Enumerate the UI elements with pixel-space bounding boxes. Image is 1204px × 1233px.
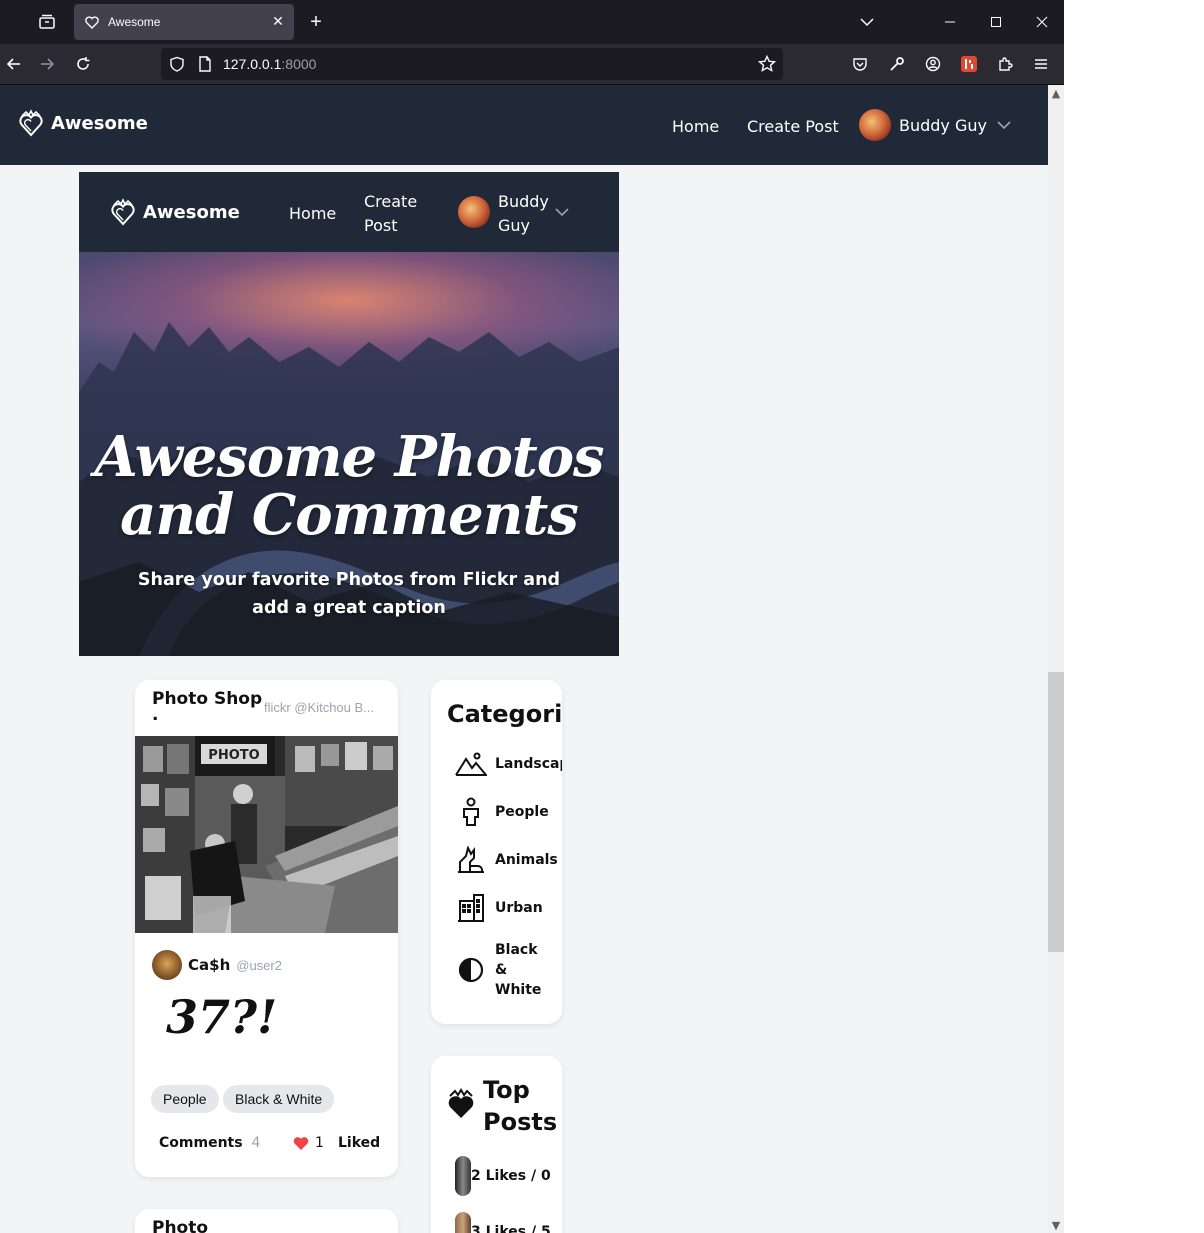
heart-logo-icon — [111, 198, 135, 226]
extension-red-icon[interactable] — [955, 50, 983, 78]
post-title[interactable]: Photo Shop . — [152, 688, 262, 724]
bookmark-star-icon[interactable] — [757, 54, 777, 74]
flickr-attribution[interactable]: flickr @Kitchou B... — [264, 700, 374, 715]
post-card[interactable]: Photo Shop . flickr @Kitchou B... PHOTO — [135, 680, 398, 1177]
site-header: Awesome Home Create Post Buddy Guy — [0, 85, 1048, 165]
categories-title: Categories — [447, 700, 562, 728]
scroll-up-icon[interactable]: ▲ — [1048, 86, 1064, 100]
page-info-icon[interactable] — [195, 54, 215, 74]
extensions-puzzle-icon[interactable] — [991, 50, 1019, 78]
like-button[interactable]: 1 — [293, 1135, 324, 1151]
desktop-background — [1064, 0, 1204, 1233]
preview-user-line2: Guy — [498, 216, 531, 235]
category-people[interactable]: People — [455, 796, 549, 828]
category-black-white[interactable]: Black & White — [455, 940, 541, 1000]
post-author[interactable]: Ca$h @user2 — [152, 950, 282, 980]
wrench-icon[interactable] — [883, 50, 911, 78]
avatar — [458, 196, 490, 228]
liked-label: Liked — [338, 1135, 381, 1151]
avatar — [859, 109, 891, 141]
heart-icon — [293, 1136, 309, 1150]
forward-button[interactable] — [33, 50, 61, 78]
chevron-down-icon — [997, 120, 1011, 129]
reload-button[interactable] — [69, 50, 97, 78]
post-photo[interactable]: PHOTO — [135, 736, 398, 933]
close-window-icon[interactable] — [1019, 0, 1064, 44]
new-tab-button[interactable]: + — [302, 8, 330, 36]
category-landscape[interactable]: Landscape — [455, 748, 562, 780]
contrast-icon — [455, 954, 487, 986]
preview-nav-create-line2: Post — [364, 216, 398, 235]
back-button[interactable] — [0, 50, 28, 78]
preview-brand-name: Awesome — [143, 201, 240, 223]
brand-link[interactable]: Awesome — [19, 109, 148, 137]
tab-list-icon — [39, 14, 55, 29]
tag-people[interactable]: People — [151, 1085, 219, 1113]
hamburger-menu-icon[interactable] — [1027, 50, 1055, 78]
tab-strip: Awesome ✕ + — [0, 0, 1064, 44]
user-name: Buddy Guy — [899, 115, 987, 135]
navigation-toolbar: 127.0.0.1:8000 — [0, 44, 1064, 85]
preview-nav-create-line1: Create — [364, 192, 418, 211]
minimize-icon[interactable] — [927, 0, 973, 44]
hero-title: Awesome Photos and Comments — [94, 424, 604, 548]
preview-header: Awesome Home Create Post Buddy Guy — [79, 172, 619, 252]
browser-window: Awesome ✕ + 127.0.0.1:8000 Awesome Home … — [0, 0, 1064, 1233]
nav-create-post-link[interactable]: Create Post — [747, 117, 839, 136]
maximize-icon[interactable] — [973, 0, 1019, 44]
tab-list-button[interactable] — [30, 8, 64, 36]
top-post-item[interactable]: 3 Likes / 5 — [455, 1212, 551, 1233]
post-title[interactable]: Photo — [152, 1217, 208, 1233]
person-icon — [455, 796, 487, 828]
top-posts-card: Top Posts 2 Likes / 0 3 Likes / 5 — [431, 1056, 562, 1233]
user-menu[interactable]: Buddy Guy — [859, 109, 1011, 141]
url-text[interactable]: 127.0.0.1:8000 — [223, 56, 316, 72]
tag-black-white[interactable]: Black & White — [223, 1085, 335, 1113]
chevron-down-icon — [555, 208, 569, 217]
categories-card: Categories Landscape People Animals Urba… — [431, 680, 562, 1024]
back-arrow-icon — [6, 58, 20, 70]
brand-name: Awesome — [51, 112, 148, 134]
url-bar[interactable]: 127.0.0.1:8000 — [161, 48, 783, 80]
tab-overflow-chevron-icon[interactable] — [844, 0, 890, 44]
page-scrollbar[interactable] — [1048, 85, 1064, 1233]
heart-logo-icon — [85, 16, 99, 29]
heart-crown-icon — [448, 1088, 474, 1118]
top-post-thumbnail — [455, 1156, 471, 1196]
nav-home-link[interactable]: Home — [672, 117, 719, 136]
top-post-thumbnail — [455, 1212, 471, 1233]
preview-brand: Awesome — [111, 198, 240, 226]
hero-preview: Awesome Home Create Post Buddy Guy Aweso… — [79, 172, 619, 656]
scrollbar-thumb[interactable] — [1048, 672, 1064, 952]
post-caption: 37?! — [166, 990, 278, 1044]
preview-user-line1: Buddy — [498, 192, 549, 211]
landscape-icon — [455, 748, 487, 780]
preview-nav-home: Home — [289, 204, 337, 223]
author-name: Ca$h — [188, 956, 231, 974]
animal-icon — [455, 844, 487, 876]
category-animals[interactable]: Animals — [455, 844, 558, 876]
close-tab-icon[interactable]: ✕ — [266, 10, 290, 34]
pocket-icon[interactable] — [846, 50, 874, 78]
reload-icon — [77, 57, 90, 70]
tab-title: Awesome — [108, 15, 161, 29]
comments-link[interactable]: Comments 4 — [159, 1135, 260, 1151]
heart-logo-icon — [19, 109, 43, 137]
author-handle: @user2 — [236, 957, 282, 973]
post-card[interactable]: Photo — [135, 1209, 398, 1233]
avatar — [152, 950, 182, 980]
building-icon — [455, 892, 487, 924]
category-urban[interactable]: Urban — [455, 892, 543, 924]
shield-icon[interactable] — [167, 54, 187, 74]
top-posts-title: Top Posts — [483, 1076, 558, 1136]
forward-arrow-icon — [41, 58, 55, 70]
svg-text:PHOTO: PHOTO — [208, 748, 259, 763]
scroll-down-icon[interactable]: ▼ — [1048, 1218, 1064, 1232]
top-post-item[interactable]: 2 Likes / 0 — [455, 1156, 551, 1196]
hero-subtitle: Share your favorite Photos from Flickr a… — [137, 570, 561, 618]
account-icon[interactable] — [919, 50, 947, 78]
hero-banner: Awesome Photos and Comments Share your f… — [79, 252, 619, 656]
browser-tab[interactable]: Awesome ✕ — [74, 4, 294, 40]
